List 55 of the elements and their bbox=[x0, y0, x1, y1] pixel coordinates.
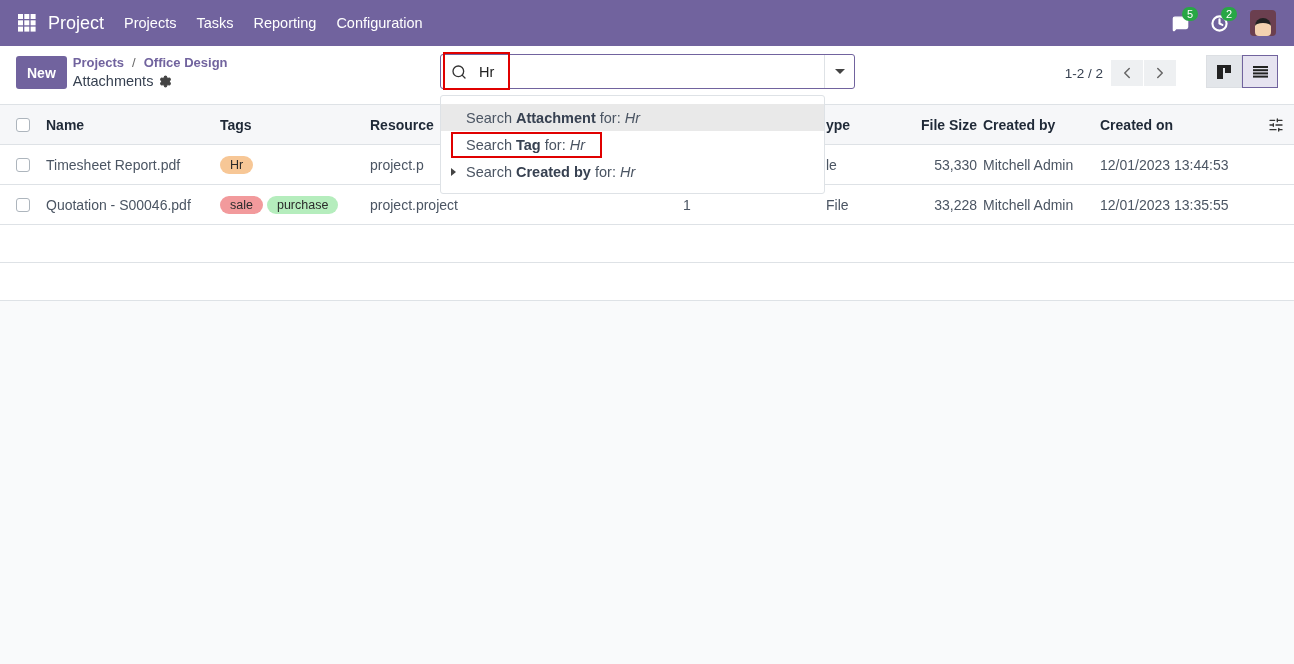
app-name[interactable]: Project bbox=[48, 12, 105, 34]
table-cell-text: 1 bbox=[683, 196, 692, 213]
menu-item[interactable]: Reporting bbox=[253, 15, 317, 31]
column-header[interactable]: ype bbox=[826, 116, 857, 133]
kanban-icon bbox=[1217, 64, 1231, 79]
message-count: 5 bbox=[1182, 6, 1199, 21]
search-icon bbox=[451, 63, 467, 80]
table-cell-text: le bbox=[826, 156, 838, 173]
table-cell-text: project.p bbox=[370, 156, 425, 173]
row-checkbox[interactable] bbox=[16, 197, 30, 212]
search-field[interactable]: Hr bbox=[440, 54, 855, 89]
table-cell-text: Quotation - S00046.pdf bbox=[46, 196, 192, 213]
menu-item[interactable]: Tasks bbox=[196, 15, 234, 31]
optional-columns-icon[interactable] bbox=[1268, 116, 1284, 133]
search-input[interactable]: Hr bbox=[477, 62, 824, 81]
tag: Hr bbox=[220, 155, 254, 174]
table-cell-text: 53,330 bbox=[934, 156, 978, 173]
column-header[interactable]: File Size bbox=[920, 116, 983, 133]
breadcrumb-link[interactable]: Office Design bbox=[143, 55, 228, 70]
apps-icon[interactable] bbox=[18, 14, 36, 32]
table-cell-text: 12/01/2023 13:44:53 bbox=[1100, 156, 1230, 173]
column-header[interactable]: Created on bbox=[1100, 116, 1180, 133]
select-all-checkbox[interactable] bbox=[16, 117, 30, 132]
breadcrumb-separator: / bbox=[132, 55, 136, 70]
table-cell-text: File bbox=[826, 196, 850, 213]
pager-value: 1-2 / 2 bbox=[1064, 65, 1103, 81]
next-button[interactable] bbox=[1144, 60, 1176, 86]
list-icon bbox=[1252, 65, 1268, 78]
suggestion-item[interactable]: Search Attachment for: Hr bbox=[441, 104, 824, 131]
tag: sale bbox=[220, 195, 263, 214]
table-cell-text: project.project bbox=[370, 196, 459, 213]
expand-caret-icon[interactable] bbox=[451, 168, 456, 176]
column-header[interactable]: Created by bbox=[983, 116, 1062, 133]
clock-icon[interactable] bbox=[1211, 14, 1228, 32]
breadcrumb-link[interactable]: Projects bbox=[72, 55, 125, 70]
row-checkbox[interactable] bbox=[16, 157, 30, 172]
table-cell-text: Timesheet Report.pdf bbox=[46, 156, 182, 173]
column-header[interactable]: Name bbox=[46, 116, 91, 133]
table-cell-text: Mitchell Admin bbox=[983, 196, 1075, 213]
column-header[interactable]: Tags bbox=[220, 116, 258, 133]
table-cell-text: Mitchell Admin bbox=[983, 156, 1075, 173]
tag: purchase bbox=[266, 195, 339, 214]
table-cell-text: 33,228 bbox=[934, 196, 978, 213]
user-avatar[interactable] bbox=[1250, 10, 1276, 36]
previous-button[interactable] bbox=[1111, 60, 1143, 86]
table-cell-text: 12/01/2023 13:35:55 bbox=[1100, 196, 1230, 213]
new-button[interactable]: New bbox=[16, 56, 67, 89]
activity-count: 2 bbox=[1221, 6, 1238, 21]
kanban-view-button[interactable] bbox=[1206, 55, 1242, 88]
column-header[interactable]: Resource bbox=[370, 116, 440, 133]
page-title: Attachments bbox=[72, 73, 154, 89]
gear-icon[interactable] bbox=[159, 74, 173, 88]
menu-item[interactable]: Configuration bbox=[336, 15, 423, 31]
list-view-button[interactable] bbox=[1242, 55, 1278, 88]
menu-item[interactable]: Projects bbox=[124, 15, 177, 31]
